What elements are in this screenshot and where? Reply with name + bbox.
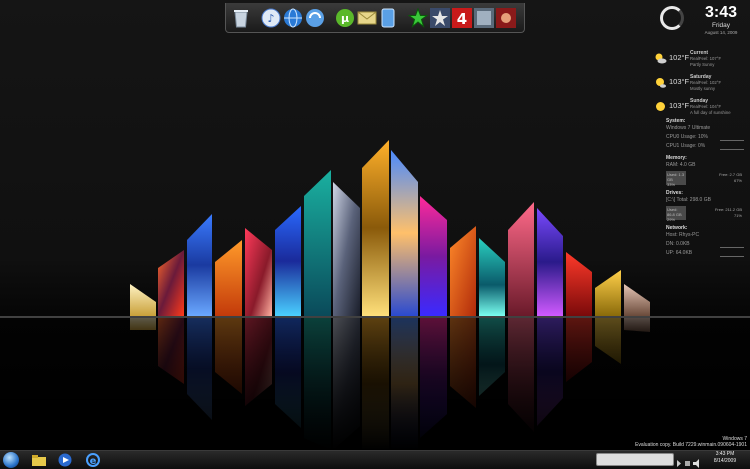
star-game-icon[interactable] <box>408 7 428 29</box>
watermark-build: Evaluation copy. Build 7229.winmain.0906… <box>635 442 747 448</box>
volume-icon <box>693 459 699 468</box>
ram-used: Used: 1.3 GB <box>667 172 685 182</box>
taskbar-date: 8/14/2009 <box>713 458 737 464</box>
system-monitor-gadget[interactable]: System: Windows 7 Ultimate CPU0 Usage: 1… <box>666 114 744 258</box>
host-name: Host: Rhys-PC <box>666 232 700 238</box>
clock-gadget[interactable]: 3:43 Friday August 14, 2009 <box>658 3 746 37</box>
internet-explorer-icon[interactable]: e <box>82 452 104 468</box>
weather-gadget[interactable]: 102°F Current RealFeel: 107°F Partly Sun… <box>652 50 744 122</box>
download-rate: DN: 0.0KB <box>666 240 744 249</box>
upload-rate: UP: 64.0KB <box>666 249 744 258</box>
svg-text:µ: µ <box>341 12 349 25</box>
cpu1-graph <box>720 145 744 150</box>
itunes-icon[interactable]: ♪ <box>261 7 281 29</box>
mostly-sunny-icon <box>656 78 666 88</box>
star-badge-icon[interactable] <box>430 7 450 29</box>
poster-game-icon[interactable] <box>474 7 494 29</box>
notification-area[interactable] <box>676 455 700 468</box>
svg-text:♪: ♪ <box>267 12 274 25</box>
media-player-icon[interactable] <box>54 452 76 468</box>
ram-free-pct: 67% <box>733 178 742 183</box>
ram-free-block: Free: 2.7 GB 67% <box>719 172 742 184</box>
cpu0-graph <box>720 136 744 141</box>
windows-media-player-toolbar[interactable] <box>596 453 674 466</box>
drive-free-pct: 71% <box>733 213 742 218</box>
download-label: DN: 0.0KB <box>666 241 690 247</box>
weather-realfeel: RealFeel: 107°F <box>690 56 722 61</box>
clock-date: August 14, 2009 <box>704 30 738 35</box>
weather-temp: 103°F <box>669 77 690 86</box>
weather-temp: 103°F <box>669 101 690 110</box>
taskbar-clock[interactable]: 3:43 PM 8/14/2009 <box>704 451 746 465</box>
puzzle-game-icon[interactable] <box>496 7 516 29</box>
ram-used-bar: Used: 1.3 GB 33% <box>666 171 686 187</box>
explorer-folder-icon[interactable] <box>28 452 50 468</box>
utorrent-icon[interactable]: µ <box>335 7 355 29</box>
sunny-icon <box>656 102 665 111</box>
file-icon[interactable] <box>379 7 397 29</box>
drive-used-pct: 29% <box>667 217 676 222</box>
evaluation-watermark: Windows 7 Evaluation copy. Build 7229.wi… <box>627 436 747 448</box>
clock-time: 3:43 <box>704 4 738 21</box>
drive-used: Used: 86.8 GB <box>667 207 682 217</box>
taskbar-time: 3:43 PM <box>715 451 735 457</box>
cpu0-label: CPU0 Usage: 10% <box>666 134 708 140</box>
svg-text:4: 4 <box>457 10 467 28</box>
ram-free: Free: 2.7 GB <box>719 172 742 177</box>
ram-used-pct: 33% <box>667 182 676 187</box>
cpu1-label: CPU1 Usage: 0% <box>666 143 706 149</box>
svg-text:e: e <box>90 456 97 467</box>
partly-sunny-icon <box>655 53 667 64</box>
recycle-bin-icon[interactable] <box>232 7 250 29</box>
os-name: Windows 7 Ultimate <box>666 125 711 131</box>
download-graph <box>720 243 744 248</box>
ram-total: RAM: 4.0 GB <box>666 162 696 168</box>
flag-icon <box>677 460 681 467</box>
network-tray-icon <box>685 461 690 466</box>
wallpaper-crystal-prisms <box>0 140 750 450</box>
upload-label: UP: 64.0KB <box>666 250 693 256</box>
clock-day: Friday <box>711 22 731 29</box>
drive-bar: Used: 86.8 GB 29% Free: 211.2 GB 71% <box>666 206 744 222</box>
drive-free-block: Free: 211.2 GB 71% <box>715 207 742 219</box>
weather-current: 102°F Current RealFeel: 107°F Partly Sun… <box>652 50 744 74</box>
start-orb-icon[interactable] <box>3 452 19 468</box>
weather-realfeel: RealFeel: 102°F <box>690 80 722 85</box>
upload-graph <box>720 252 744 257</box>
clock-ring-icon <box>660 6 684 30</box>
cpu1-usage: CPU1 Usage: 0% <box>666 142 744 151</box>
network-globe-icon[interactable] <box>283 7 303 29</box>
cpu0-usage: CPU0 Usage: 10% <box>666 133 744 142</box>
refresh-globe-icon[interactable] <box>305 7 325 29</box>
drive-used-bar: Used: 86.8 GB 29% <box>666 206 686 222</box>
envelope-icon[interactable] <box>357 7 377 29</box>
ram-bar: Used: 1.3 GB 33% Free: 2.7 GB 67% <box>666 171 744 187</box>
left4dead-icon[interactable]: 4 <box>452 7 472 29</box>
weather-realfeel: RealFeel: 104°F <box>690 104 722 109</box>
weather-conditions: Mostly sunny <box>690 86 716 91</box>
weather-conditions: Partly Sunny <box>690 62 715 67</box>
drive-total: [C:\] Total: 298.0 GB <box>666 197 711 203</box>
top-dock: ♪ µ 4 <box>225 3 525 33</box>
drive-free: Free: 211.2 GB <box>714 207 742 212</box>
weather-saturday: 103°F Saturday RealFeel: 102°F Mostly su… <box>652 74 744 98</box>
desktop: ♪ µ 4 3:43 Friday August 14, 2009 102°F … <box>0 0 750 469</box>
weather-temp: 102°F <box>669 53 690 62</box>
